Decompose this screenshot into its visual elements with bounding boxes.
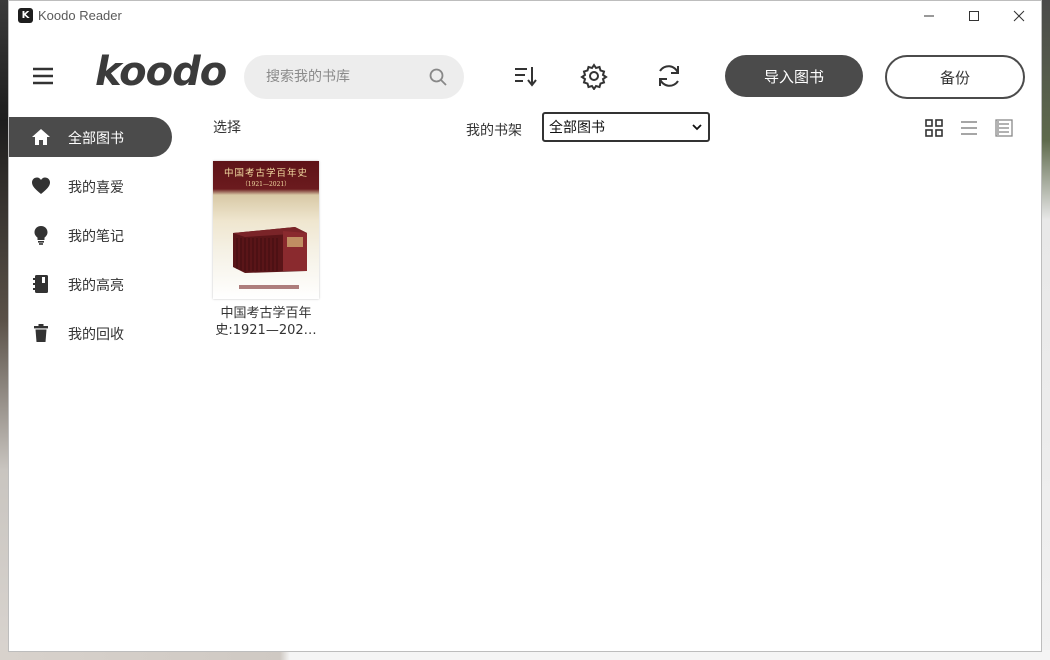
book-set-illustration: [233, 227, 307, 273]
gear-icon: [580, 63, 608, 90]
maximize-button[interactable]: [951, 1, 997, 31]
notebook-icon: [31, 274, 51, 294]
sidebar: 全部图书 我的喜爱 我的笔记 我的高亮 我的回收: [9, 117, 179, 362]
close-button[interactable]: [996, 1, 1042, 31]
list-view-icon: [961, 121, 977, 135]
minimize-icon: [924, 15, 934, 17]
sync-icon: [659, 65, 679, 87]
cover-publisher-mark: [239, 285, 299, 289]
desktop-background-right: [1042, 0, 1050, 660]
backup-button[interactable]: 备份: [885, 55, 1025, 99]
cover-subtitle: （1921—2021）: [241, 181, 291, 188]
home-icon: [31, 127, 51, 147]
settings-button[interactable]: [579, 61, 609, 91]
grid-view-button[interactable]: [924, 118, 944, 138]
app-logo: koodo: [95, 49, 227, 95]
sync-button[interactable]: [654, 61, 684, 91]
search-icon[interactable]: [428, 67, 448, 87]
menu-button[interactable]: [31, 64, 55, 88]
book-title: 中国考古学百年史:1921—202…: [215, 306, 317, 338]
sidebar-item-label: 我的高亮: [68, 278, 124, 294]
title-bar: K Koodo Reader: [9, 1, 1041, 31]
hamburger-icon: [33, 67, 53, 85]
chevron-down-icon: [692, 124, 702, 131]
sidebar-item-label: 全部图书: [68, 131, 124, 147]
card-view-icon: [995, 119, 1013, 137]
sidebar-item-label: 我的笔记: [68, 229, 124, 245]
select-mode-button[interactable]: 选择: [213, 117, 241, 137]
minimize-button[interactable]: [906, 1, 952, 31]
cover-title: 中国考古学百年史: [223, 168, 308, 179]
search-box[interactable]: [244, 55, 464, 99]
sidebar-item-label: 我的回收: [68, 327, 124, 343]
maximize-icon: [969, 11, 979, 21]
sort-button[interactable]: [510, 61, 540, 91]
shelf-dropdown-value: 全部图书: [549, 120, 605, 136]
sidebar-item-highlights[interactable]: 我的高亮: [9, 264, 179, 304]
window-title: Koodo Reader: [38, 8, 122, 23]
heart-icon: [31, 176, 51, 196]
app-icon: K: [18, 8, 33, 23]
grid-view-icon: [925, 119, 943, 137]
sort-icon: [515, 67, 537, 87]
sidebar-item-label: 我的喜爱: [68, 180, 124, 196]
book-cover[interactable]: 中国考古学百年史 （1921—2021）: [213, 161, 319, 299]
list-view-button[interactable]: [959, 118, 979, 138]
lightbulb-icon: [31, 225, 51, 245]
shelf-label: 我的书架: [466, 123, 522, 139]
book-item[interactable]: 中国考古学百年史 （1921—2021） 中国考古学百年史:1921—202…: [213, 161, 319, 339]
import-books-button[interactable]: 导入图书: [725, 55, 863, 97]
search-input[interactable]: [264, 61, 428, 93]
sidebar-item-favorites[interactable]: 我的喜爱: [9, 166, 179, 206]
shelf-dropdown[interactable]: 全部图书: [542, 112, 710, 142]
sidebar-item-trash[interactable]: 我的回收: [9, 313, 179, 353]
card-view-button[interactable]: [994, 118, 1014, 138]
close-icon: [1013, 10, 1025, 22]
trash-icon: [31, 323, 51, 343]
sidebar-item-all-books[interactable]: 全部图书: [9, 117, 172, 157]
app-window: K Koodo Reader koodo 搜索我的书库 导入图书 备份 全部图书…: [8, 0, 1042, 652]
sidebar-item-notes[interactable]: 我的笔记: [9, 215, 179, 255]
